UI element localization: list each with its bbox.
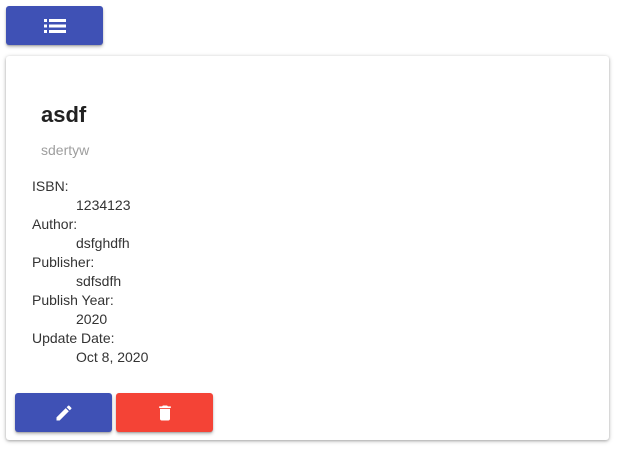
- book-subtitle: sdertyw: [41, 142, 90, 158]
- list-icon: [43, 18, 66, 34]
- publish-year-label: Publish Year:: [32, 292, 114, 308]
- isbn-label: ISBN:: [32, 178, 69, 194]
- book-card: asdf sdertyw ISBN: 1234123 Author: dsfgh…: [6, 56, 609, 440]
- pencil-icon: [54, 403, 74, 423]
- edit-button[interactable]: [15, 393, 112, 432]
- book-details: ISBN: 1234123 Author: dsfghdfh Publisher…: [32, 177, 148, 367]
- author-label: Author:: [32, 216, 78, 232]
- update-date-value: Oct 8, 2020: [76, 349, 149, 365]
- publish-year-value: 2020: [76, 311, 108, 327]
- author-value: dsfghdfh: [76, 235, 130, 251]
- update-date-label: Update Date:: [32, 330, 115, 346]
- trash-icon: [155, 402, 175, 424]
- isbn-value: 1234123: [76, 197, 131, 213]
- publisher-label: Publisher:: [32, 254, 95, 270]
- book-title: asdf: [41, 102, 87, 127]
- publisher-value: sdfsdfh: [76, 273, 122, 289]
- delete-button[interactable]: [116, 393, 213, 432]
- list-button[interactable]: [6, 6, 103, 45]
